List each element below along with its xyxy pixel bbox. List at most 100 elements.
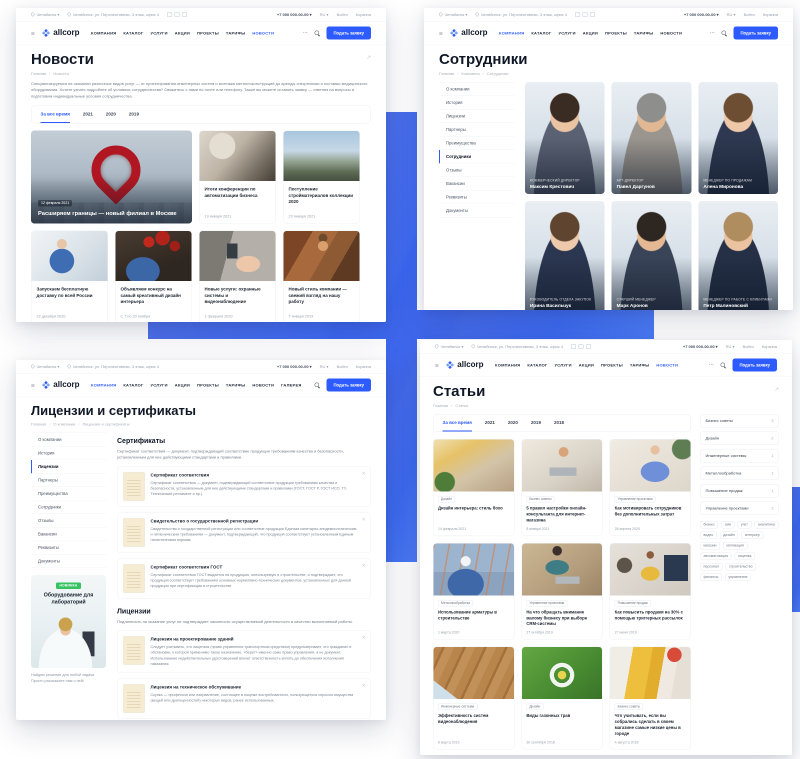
tab[interactable]: 2020 (508, 420, 518, 432)
apply-button[interactable]: Подать заявку (326, 379, 371, 392)
sidebar-item[interactable]: Вакансии (31, 528, 106, 542)
close-icon[interactable] (362, 684, 366, 689)
news-card[interactable]: Итоги конференции по автоматизации бизне… (199, 131, 276, 224)
nav-item[interactable]: Услуги (151, 383, 168, 388)
breadcrumb-item[interactable]: Главная (439, 72, 454, 77)
tag-pill[interactable]: учет (737, 521, 751, 529)
sidebar-item[interactable]: О компании (31, 433, 106, 447)
nav-item[interactable]: Новости (660, 31, 682, 36)
nav-item[interactable]: Каталог (531, 31, 551, 36)
article-card[interactable]: Дизайн Дизайн интерьера: стиль бохо 14 ф… (433, 439, 514, 536)
sidebar-item[interactable]: Партнеры (31, 474, 106, 488)
sidebar-item[interactable]: История (31, 447, 106, 461)
tag-pill[interactable]: интерьер (741, 532, 763, 540)
apply-button[interactable]: Подать заявку (732, 359, 777, 372)
lang-selector[interactable]: RU ▾ (320, 364, 329, 369)
telegram-icon[interactable] (571, 344, 576, 349)
lang-selector[interactable]: RU ▾ (726, 344, 735, 349)
telegram-icon[interactable] (575, 12, 580, 17)
sidebar-item[interactable]: Лицензии (31, 460, 106, 474)
news-card[interactable]: Запускаем бесплатную доставку по всей Ро… (31, 231, 108, 322)
apply-button[interactable]: Подать заявку (326, 27, 371, 40)
lang-selector[interactable]: RU ▾ (727, 12, 736, 17)
breadcrumb-item[interactable]: О компании (49, 422, 75, 427)
tab[interactable]: За все время (443, 420, 472, 432)
telegram-icon[interactable] (167, 12, 172, 17)
category-filter[interactable]: Металлообработка 1 (700, 467, 779, 481)
sidebar-item[interactable]: История (439, 96, 514, 110)
article-category-badge[interactable]: Управление проектами (526, 600, 567, 607)
nav-item[interactable]: Тарифы (634, 31, 653, 36)
nav-item[interactable]: Проекты (197, 31, 219, 36)
city-selector[interactable]: Челябинск ▾ (31, 364, 59, 369)
menu-burger-icon[interactable] (31, 382, 35, 389)
login-link[interactable]: Войти (337, 12, 348, 17)
nav-item[interactable]: Галерея (281, 383, 301, 388)
logo[interactable]: allcorp (41, 381, 79, 390)
category-filter[interactable]: Дизайн 2 (700, 432, 779, 446)
tag-pill[interactable]: магазин (700, 542, 720, 550)
more-menu[interactable] (709, 362, 714, 368)
apply-button[interactable]: Подать заявку (733, 27, 778, 40)
nav-item[interactable]: Компания (495, 363, 520, 368)
category-filter[interactable]: Управление проектами 2 (700, 502, 779, 516)
phone-link[interactable]: +7 000 000-00-00 ▾ (277, 12, 312, 17)
tab[interactable]: 2019 (531, 420, 541, 432)
city-selector[interactable]: Челябинск ▾ (435, 344, 463, 349)
employee-card[interactable]: Коммерческий директор Максим Крестович (525, 82, 605, 194)
tab[interactable]: За все время (41, 112, 70, 124)
phone-link[interactable]: +7 000 000-00-00 ▾ (684, 12, 719, 17)
nav-item[interactable]: Тарифы (630, 363, 649, 368)
login-link[interactable]: Войти (744, 12, 755, 17)
tab[interactable]: 2021 (83, 112, 93, 124)
close-icon[interactable] (362, 517, 366, 522)
nav-item[interactable]: Акции (583, 31, 598, 36)
whatsapp-icon[interactable] (182, 12, 187, 17)
viber-icon[interactable] (583, 12, 588, 17)
category-filter[interactable]: Бизнес советы 3 (700, 414, 779, 428)
search-icon[interactable] (720, 362, 726, 368)
sidebar-item[interactable]: Сотрудники (31, 501, 106, 515)
certificate-card[interactable]: Сертификат соответствия Сертификат соотв… (117, 466, 371, 507)
nav-item[interactable]: Компания (91, 31, 116, 36)
license-card[interactable]: Лицензия на проектирование зданий Следуе… (117, 630, 371, 673)
breadcrumb-item[interactable]: Компания (457, 72, 479, 77)
breadcrumb-item[interactable]: Главная (31, 72, 46, 77)
breadcrumb-item[interactable]: Главная (31, 422, 46, 427)
cart-link[interactable]: Корзина (762, 344, 777, 349)
certificate-card[interactable]: Свидетельство о государственной регистра… (117, 512, 371, 553)
license-card[interactable]: Лицензия на техническое обслуживание Ску… (117, 678, 371, 719)
employee-card[interactable]: Руководитель отдела закупок Ирина Василь… (525, 201, 605, 310)
nav-item[interactable]: Новости (656, 363, 678, 368)
article-category-badge[interactable]: Дизайн (526, 704, 543, 711)
sidebar-item[interactable]: Реквизиты (31, 541, 106, 555)
tab[interactable]: 2020 (106, 112, 116, 124)
logo[interactable]: allcorp (41, 29, 79, 38)
login-link[interactable]: Войти (337, 364, 348, 369)
city-selector[interactable]: Челябинск ▾ (31, 12, 59, 17)
tag-pill[interactable]: дизайн (720, 532, 738, 540)
logo[interactable]: allcorp (445, 361, 483, 370)
breadcrumb-item[interactable]: Лицензии и сертификаты (78, 422, 129, 427)
sidebar-item[interactable]: Вакансии (439, 177, 514, 191)
breadcrumb-item[interactable]: Сотрудники (483, 72, 509, 77)
tab[interactable]: 2021 (485, 420, 495, 432)
article-category-badge[interactable]: Дизайн (438, 496, 455, 503)
news-card[interactable]: Поступление стройматериалов коллекции 20… (283, 131, 360, 224)
category-filter[interactable]: Повышение продаж 1 (700, 484, 779, 498)
employee-card[interactable]: Менеджер по продажам Алена Миронова (698, 82, 778, 194)
article-card[interactable]: Дизайн Виды газонных трав 30 сентября 20… (521, 647, 602, 750)
close-icon[interactable] (362, 471, 366, 476)
nav-item[interactable]: Услуги (555, 363, 572, 368)
cart-link[interactable]: Корзина (356, 12, 371, 17)
tab[interactable]: 2019 (129, 112, 139, 124)
tag-pill[interactable]: видео (700, 532, 717, 540)
whatsapp-icon[interactable] (586, 344, 591, 349)
article-category-badge[interactable]: Бизнес советы (615, 704, 643, 711)
rss-icon[interactable] (774, 386, 779, 393)
tag-pill[interactable]: персонал (700, 563, 722, 571)
certificate-card[interactable]: Сертификат соответствия ГОСТ Сертификат … (117, 558, 371, 599)
article-card[interactable]: Повышение продаж Как повысить продажи на… (610, 543, 691, 640)
employee-card[interactable]: Старший менеджер Марк Аронов (612, 201, 692, 310)
article-card[interactable]: Металлообработка Использование арматуры … (433, 543, 514, 640)
